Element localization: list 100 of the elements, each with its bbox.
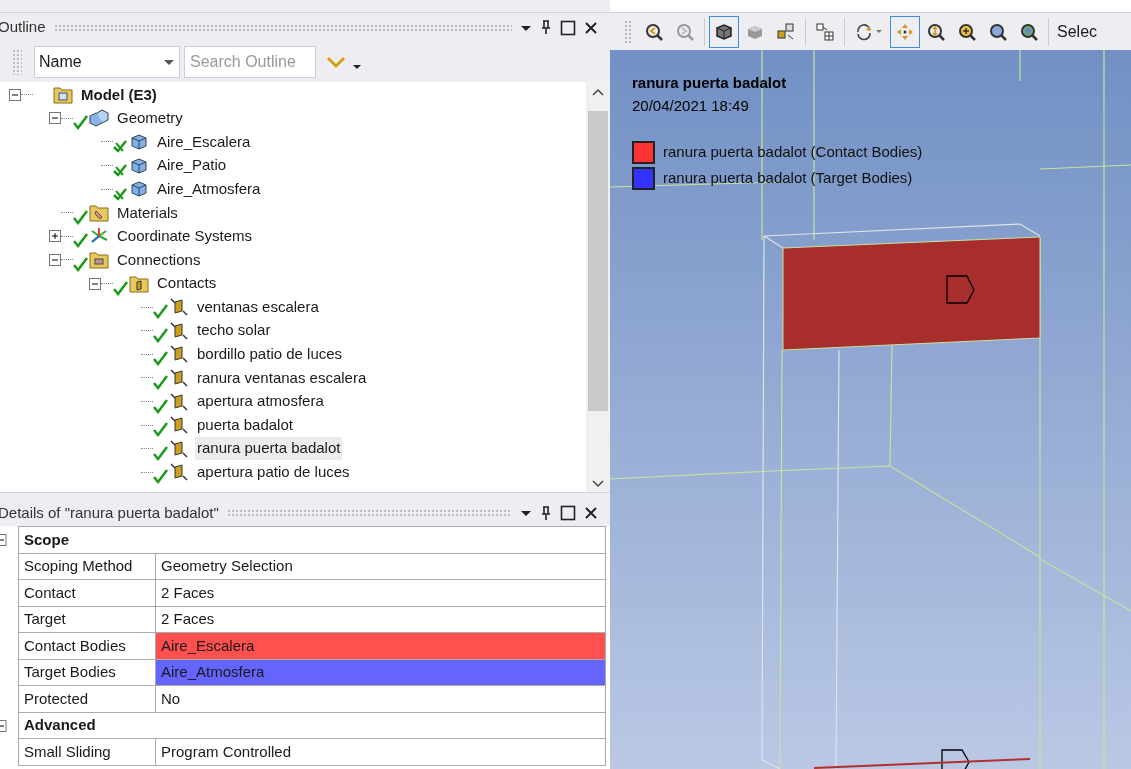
property-value[interactable]: No bbox=[155, 685, 606, 712]
section-header[interactable]: Advanced bbox=[18, 712, 606, 739]
dropdown-caret-icon[interactable] bbox=[163, 58, 175, 66]
contact-icon bbox=[169, 438, 189, 459]
cube-icon bbox=[129, 132, 149, 152]
tree-item[interactable]: bordillo patio de luces bbox=[195, 343, 345, 366]
property-value[interactable]: Geometry Selection bbox=[155, 553, 606, 580]
zoom-icon bbox=[926, 21, 946, 42]
tree-item[interactable]: Geometry bbox=[115, 107, 185, 130]
contact-icon bbox=[169, 297, 189, 318]
folder-icon bbox=[53, 84, 73, 105]
property-value[interactable]: Program Controlled bbox=[155, 738, 606, 765]
contact-icon bbox=[169, 391, 189, 412]
check-icon bbox=[153, 421, 168, 438]
tree-item[interactable]: ranura puerta badalot bbox=[195, 437, 343, 460]
legend-label: ranura puerta badalot (Target Bodies) bbox=[663, 168, 913, 189]
timestamp: 20/04/2021 18:49 bbox=[632, 95, 750, 116]
property-value[interactable]: Aire_Escalera bbox=[155, 632, 606, 659]
property-name: Target Bodies bbox=[18, 659, 156, 686]
check-icon bbox=[153, 303, 168, 320]
select-label[interactable]: Selec bbox=[1053, 19, 1098, 44]
zoom-icon bbox=[1019, 21, 1039, 42]
section-header[interactable]: Scope bbox=[18, 526, 606, 553]
cubes-icon bbox=[89, 108, 109, 129]
tree-item[interactable]: Coordinate Systems bbox=[115, 225, 255, 248]
tree-item[interactable]: Contacts bbox=[155, 272, 219, 295]
toolbar-button[interactable] bbox=[709, 15, 739, 48]
tree-item[interactable]: Connections bbox=[115, 248, 203, 272]
dropdown-caret-icon[interactable] bbox=[352, 64, 362, 70]
pin-icon[interactable] bbox=[540, 20, 552, 35]
check-icon bbox=[153, 373, 168, 390]
zoom-forward-icon bbox=[675, 21, 695, 42]
property-name: Target bbox=[18, 606, 156, 633]
property-name: Scoping Method bbox=[18, 553, 156, 580]
tree-item[interactable]: apertura atmosfera bbox=[195, 390, 326, 413]
collapse-icon[interactable] bbox=[89, 277, 101, 290]
folder-icon bbox=[89, 202, 109, 223]
cube-icon bbox=[129, 155, 149, 176]
property-name: Contact bbox=[18, 579, 156, 606]
contact-icon bbox=[169, 462, 189, 483]
window-layout-icon bbox=[815, 21, 835, 42]
check-icon bbox=[73, 114, 88, 131]
rotate-icon bbox=[854, 21, 884, 42]
contact-icon bbox=[169, 367, 189, 388]
property-name: Contact Bodies bbox=[18, 632, 156, 659]
folder-icon bbox=[129, 273, 149, 294]
check-icon bbox=[153, 326, 168, 343]
tree-item[interactable]: puerta badalot bbox=[195, 413, 295, 437]
check-icon bbox=[73, 232, 88, 249]
check-icon bbox=[113, 138, 127, 154]
tree-item[interactable]: Materials bbox=[115, 201, 180, 224]
grip-handle[interactable] bbox=[12, 49, 22, 75]
expand-icon[interactable] bbox=[49, 230, 61, 243]
chevron-down-icon bbox=[326, 54, 346, 70]
property-value[interactable]: 2 Faces bbox=[155, 606, 606, 633]
check-icon bbox=[113, 162, 127, 178]
collapse-icon[interactable] bbox=[49, 112, 61, 125]
scrollbar[interactable] bbox=[586, 82, 610, 492]
zoom-back-icon bbox=[644, 21, 664, 42]
check-icon bbox=[153, 397, 168, 414]
tree-item[interactable]: Aire_Patio bbox=[155, 154, 229, 177]
property-name: Protected bbox=[18, 685, 156, 712]
close-icon[interactable] bbox=[584, 20, 598, 35]
viewport[interactable]: ranura puerta badalot 20/04/2021 18:49 ranura puerta badalot (Contact Bodies) ranura puerta badalot (Target Bodies) bbox=[610, 50, 1131, 769]
close-icon[interactable] bbox=[584, 506, 598, 520]
tree-item[interactable]: ranura ventanas escalera bbox=[195, 366, 369, 390]
check-icon bbox=[153, 468, 168, 485]
tree-item[interactable]: Aire_Atmosfera bbox=[155, 177, 263, 201]
tree-item[interactable]: apertura patio de luces bbox=[195, 461, 352, 484]
check-icon bbox=[153, 350, 168, 367]
viewport-title: ranura puerta badalot bbox=[632, 73, 788, 93]
cube-icon bbox=[714, 21, 734, 42]
property-name: Small Sliding bbox=[18, 738, 156, 765]
collapse-icon[interactable] bbox=[49, 253, 61, 266]
legend-label: ranura puerta badalot (Contact Bodies) bbox=[663, 142, 923, 163]
contact-icon bbox=[169, 320, 189, 341]
property-value[interactable]: 2 Faces bbox=[155, 579, 606, 606]
dropdown-value: Name bbox=[39, 52, 82, 72]
search-field[interactable]: Search Outline bbox=[184, 46, 316, 78]
check-icon bbox=[73, 208, 88, 225]
zoom-icon bbox=[988, 21, 1008, 42]
check-icon bbox=[113, 279, 128, 296]
cubes-icon bbox=[776, 21, 796, 42]
zoom-in-icon bbox=[957, 21, 977, 42]
tree-item[interactable]: Aire_Escalera bbox=[155, 130, 253, 154]
contact-icon bbox=[169, 344, 189, 365]
contact-icon bbox=[169, 415, 189, 436]
pin-icon[interactable] bbox=[540, 505, 552, 521]
scroll-down-icon[interactable] bbox=[592, 479, 604, 488]
maximize-icon[interactable] bbox=[560, 505, 576, 521]
tree-item[interactable]: Model (E3) bbox=[79, 83, 159, 107]
collapse-icon[interactable] bbox=[9, 88, 21, 101]
name-dropdown[interactable]: Name bbox=[34, 46, 180, 78]
tree-item[interactable]: techo solar bbox=[195, 319, 273, 342]
maximize-icon[interactable] bbox=[560, 19, 576, 36]
scroll-up-icon[interactable] bbox=[592, 88, 604, 97]
property-value[interactable]: Aire_Atmosfera bbox=[155, 659, 606, 686]
tree-item[interactable]: ventanas escalera bbox=[195, 295, 321, 319]
panel-title: Details of "ranura puerta badalot" bbox=[0, 502, 219, 523]
check-icon bbox=[153, 444, 168, 461]
